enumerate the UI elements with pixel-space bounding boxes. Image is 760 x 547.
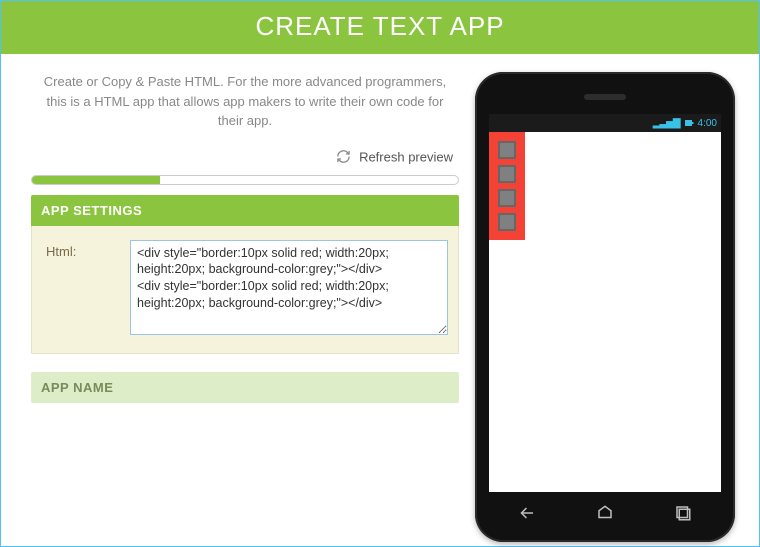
recent-icon (672, 504, 694, 522)
preview-box (498, 165, 516, 183)
battery-icon (684, 118, 694, 128)
html-label: Html: (46, 240, 116, 335)
refresh-icon[interactable] (336, 149, 351, 167)
html-input[interactable] (130, 240, 448, 335)
page-title: CREATE TEXT APP (255, 11, 504, 41)
phone-navbar (489, 496, 721, 530)
panel-header-settings[interactable]: APP SETTINGS (31, 195, 459, 226)
panel-app-settings: APP SETTINGS Html: (31, 195, 459, 354)
back-icon (516, 504, 538, 522)
status-time: 4:00 (698, 118, 717, 129)
preview-box (498, 213, 516, 231)
phone-preview-content (489, 132, 721, 240)
signal-icon: ▂▃▅▇ (653, 118, 680, 129)
progress-fill (32, 176, 160, 184)
preview-red-strip (489, 132, 525, 240)
panel-header-name[interactable]: APP NAME (31, 372, 459, 403)
intro-text: Create or Copy & Paste HTML. For the mor… (31, 72, 459, 131)
page-header: CREATE TEXT APP (1, 1, 759, 54)
preview-box (498, 189, 516, 207)
phone-earpiece (584, 94, 626, 100)
panel-app-name: APP NAME (31, 372, 459, 403)
refresh-preview-link[interactable]: Refresh preview (359, 149, 453, 164)
phone-mockup: ▂▃▅▇ 4:00 (475, 72, 735, 542)
progress-bar (31, 175, 459, 185)
home-icon (592, 504, 618, 522)
preview-box (498, 141, 516, 159)
phone-screen: ▂▃▅▇ 4:00 (489, 114, 721, 492)
phone-statusbar: ▂▃▅▇ 4:00 (489, 114, 721, 132)
